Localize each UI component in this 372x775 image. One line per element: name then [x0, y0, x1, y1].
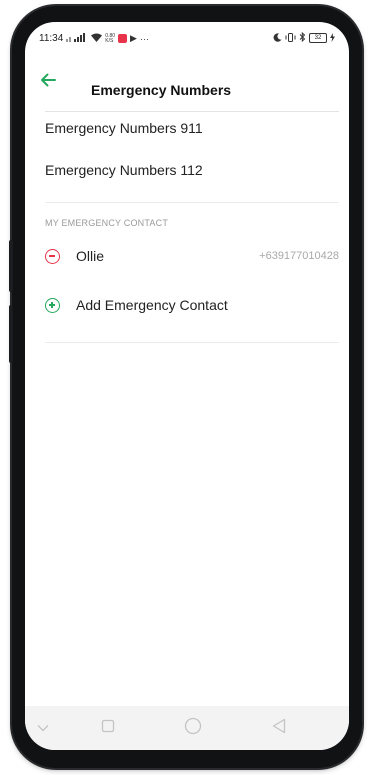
- contact-phone: +639177010428: [259, 250, 339, 262]
- network-speed-unit: K/S: [105, 37, 114, 44]
- header-divider: [45, 111, 339, 112]
- charging-icon: [330, 32, 335, 44]
- wifi-icon: [91, 33, 103, 44]
- minus-circle-icon[interactable]: [45, 248, 60, 264]
- arrow-left-icon: [40, 73, 56, 92]
- emergency-number-label: Emergency Numbers 911: [45, 120, 203, 136]
- status-time: 11:34: [39, 33, 64, 44]
- signal-icon: [66, 33, 88, 44]
- status-right: 32: [273, 31, 335, 44]
- screen: 11:34 0.80 K/S ▶ ··· 32 Emergency Number…: [25, 22, 349, 750]
- app-notification-icon: [118, 34, 128, 43]
- section-divider: [45, 202, 339, 203]
- back-button[interactable]: [35, 70, 61, 94]
- plus-circle-icon: [45, 297, 60, 313]
- list-bottom-divider: [45, 342, 339, 343]
- nav-back-button[interactable]: [269, 718, 289, 738]
- play-icon: ▶: [130, 33, 137, 43]
- moon-icon: [273, 32, 282, 44]
- nav-recents-button[interactable]: [98, 718, 118, 738]
- battery-icon: 32: [309, 33, 327, 43]
- nav-home-button[interactable]: [183, 717, 203, 740]
- system-navigation-bar: [25, 706, 349, 750]
- battery-level: 32: [314, 35, 322, 41]
- app-header: Emergency Numbers: [25, 56, 349, 112]
- volume-button: [9, 240, 13, 292]
- contact-row-ollie[interactable]: Ollie +639177010428: [45, 244, 339, 268]
- emergency-number-911[interactable]: Emergency Numbers 911: [45, 120, 339, 136]
- circle-icon: [184, 717, 202, 740]
- square-icon: [101, 719, 115, 738]
- more-notifications-icon: ···: [139, 33, 149, 44]
- nav-collapse-button[interactable]: [33, 718, 53, 738]
- page: 11:34 0.80 K/S ▶ ··· 32 Emergency Number…: [0, 0, 372, 775]
- network-speed: 0.80 K/S: [105, 33, 115, 44]
- status-left: 11:34 0.80 K/S ▶ ···: [39, 33, 149, 44]
- emergency-number-112[interactable]: Emergency Numbers 112: [45, 162, 339, 178]
- emergency-number-label: Emergency Numbers 112: [45, 162, 203, 178]
- vibrate-icon: [285, 32, 296, 44]
- section-label-my-emergency-contact: MY EMERGENCY CONTACT: [45, 218, 169, 228]
- page-title: Emergency Numbers: [91, 82, 232, 98]
- contact-name: Ollie: [76, 248, 105, 264]
- status-bar: 11:34 0.80 K/S ▶ ··· 32: [25, 22, 349, 56]
- chevron-down-icon: [37, 719, 49, 737]
- power-button: [9, 305, 13, 363]
- bluetooth-icon: [299, 31, 306, 44]
- triangle-back-icon: [272, 718, 286, 739]
- add-emergency-contact-label: Add Emergency Contact: [76, 297, 228, 313]
- add-emergency-contact-button[interactable]: Add Emergency Contact: [45, 293, 339, 317]
